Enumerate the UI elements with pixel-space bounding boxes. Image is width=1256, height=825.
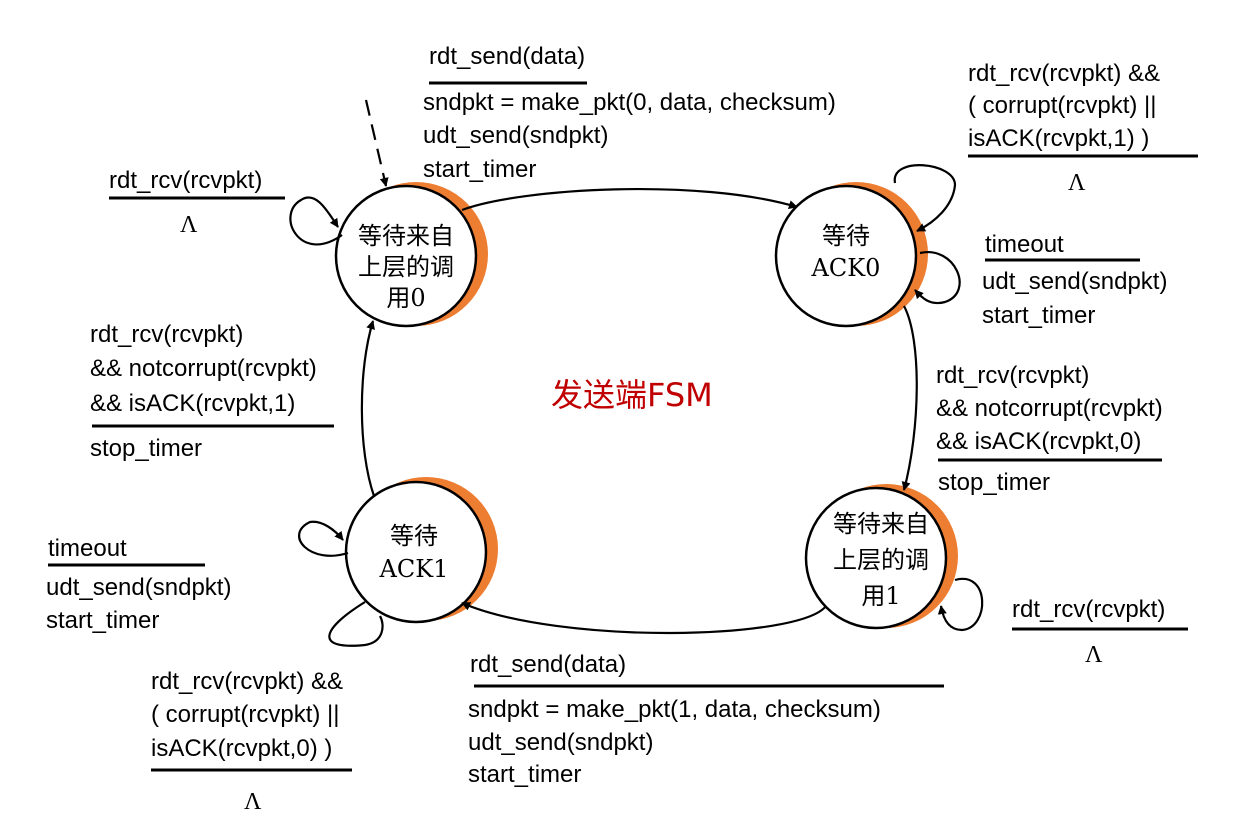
action-text: udt_send(sndpkt) [423, 122, 608, 149]
transition-label-call1-self: rdt_rcv(rcvpkt) Λ [1012, 596, 1188, 668]
transition-label-ack0-to-call1: rdt_rcv(rcvpkt) && notcorrupt(rcvpkt) &&… [936, 362, 1163, 496]
transition-label-ack0-self-corrupt: rdt_rcv(rcvpkt) && ( corrupt(rcvpkt) || … [968, 60, 1198, 196]
state-wait-call0: 等待来自 上层的调 用0 [334, 182, 488, 328]
edge-ack1-to-call0 [360, 320, 376, 497]
action-text: stop_timer [938, 469, 1050, 496]
lambda-action: Λ [1085, 642, 1103, 668]
transition-label-ack1-to-call0: rdt_rcv(rcvpkt) && notcorrupt(rcvpkt) &&… [90, 321, 334, 462]
state-label-line: ACK1 [379, 555, 449, 583]
state-label-line: 用1 [861, 582, 900, 610]
event-text: ( corrupt(rcvpkt) || [151, 701, 339, 728]
transition-label-ack1-self-corrupt: rdt_rcv(rcvpkt) && ( corrupt(rcvpkt) || … [151, 668, 352, 815]
initial-state-arrow [364, 99, 389, 187]
action-text: sndpkt = make_pkt(1, data, checksum) [468, 696, 881, 723]
state-label-line: 等待来自 [358, 222, 454, 250]
action-text: udt_send(sndpkt) [982, 268, 1167, 295]
self-loop-call0 [289, 196, 343, 246]
state-label-line: 等待 [390, 522, 438, 550]
transition-label-call0-self: rdt_rcv(rcvpkt) Λ [109, 167, 285, 238]
event-text: rdt_rcv(rcvpkt) [109, 167, 262, 194]
event-text: timeout [985, 231, 1064, 258]
state-label-line: 上层的调 [358, 253, 454, 281]
action-text: udt_send(sndpkt) [468, 729, 653, 756]
transition-label-call0-to-ack0: rdt_send(data) sndpkt = make_pkt(0, data… [423, 43, 836, 183]
lambda-action: Λ [1068, 170, 1086, 196]
action-text: start_timer [468, 761, 581, 788]
lambda-action: Λ [180, 212, 198, 238]
event-text: && isACK(rcvpkt,1) [90, 390, 295, 417]
state-wait-ack1: 等待 ACK1 [344, 477, 498, 624]
action-text: udt_send(sndpkt) [46, 574, 231, 601]
state-label-line: ACK0 [811, 254, 881, 282]
event-text: rdt_rcv(rcvpkt) [1012, 596, 1165, 623]
event-text: rdt_rcv(rcvpkt) && [151, 668, 343, 695]
event-text: rdt_rcv(rcvpkt) && [968, 60, 1160, 87]
action-text: start_timer [982, 302, 1095, 329]
state-wait-ack0: 等待 ACK0 [774, 182, 928, 328]
event-text: isACK(rcvpkt,1) ) [968, 125, 1149, 152]
state-label-line: 等待 [822, 222, 870, 250]
action-text: start_timer [46, 607, 159, 634]
event-text: && notcorrupt(rcvpkt) [90, 355, 317, 382]
action-text: start_timer [423, 156, 536, 183]
self-loop-ack1-top [298, 520, 349, 557]
event-text: && isACK(rcvpkt,0) [936, 428, 1141, 455]
event-text: rdt_send(data) [470, 651, 626, 678]
edge-call0-to-ack0 [461, 187, 798, 212]
state-wait-call1: 等待来自 上层的调 用1 [804, 484, 958, 630]
state-circle [344, 480, 488, 624]
diagram-title: 发送端FSM [551, 376, 713, 414]
state-label-line: 用0 [386, 284, 425, 312]
lambda-action: Λ [244, 789, 262, 815]
event-text: timeout [48, 535, 127, 562]
transition-label-ack0-self-timeout: timeout udt_send(sndpkt) start_timer [982, 231, 1167, 329]
action-text: sndpkt = make_pkt(0, data, checksum) [423, 89, 836, 116]
event-text: rdt_rcv(rcvpkt) [936, 362, 1089, 389]
sender-fsm-diagram: 等待来自 上层的调 用0 等待 ACK0 等待来自 上层的调 用1 等待 ACK… [46, 43, 1198, 815]
event-text: rdt_send(data) [429, 43, 585, 70]
action-text: stop_timer [90, 435, 202, 462]
edge-ack0-to-call1 [901, 305, 918, 491]
event-text: ( corrupt(rcvpkt) || [968, 92, 1156, 119]
state-label-line: 等待来自 [833, 510, 929, 538]
event-text: && notcorrupt(rcvpkt) [936, 395, 1163, 422]
state-label-line: 上层的调 [833, 546, 929, 574]
event-text: rdt_rcv(rcvpkt) [90, 321, 243, 348]
transition-label-ack1-self-timeout: timeout udt_send(sndpkt) start_timer [46, 535, 231, 634]
event-text: isACK(rcvpkt,0) ) [151, 735, 332, 762]
edge-call1-to-ack1 [461, 601, 827, 635]
transition-label-call1-to-ack1: rdt_send(data) sndpkt = make_pkt(1, data… [468, 651, 944, 788]
